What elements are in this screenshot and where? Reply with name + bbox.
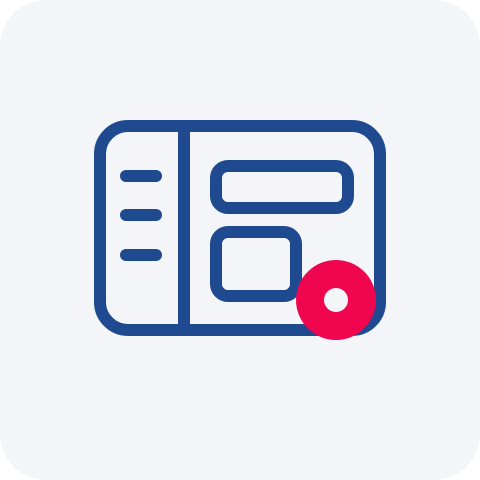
notification-dot-icon (296, 260, 376, 340)
content-block (210, 226, 302, 302)
header-block (210, 160, 354, 214)
app-icon-tile (0, 0, 480, 480)
dashboard-layout-icon (94, 120, 386, 340)
